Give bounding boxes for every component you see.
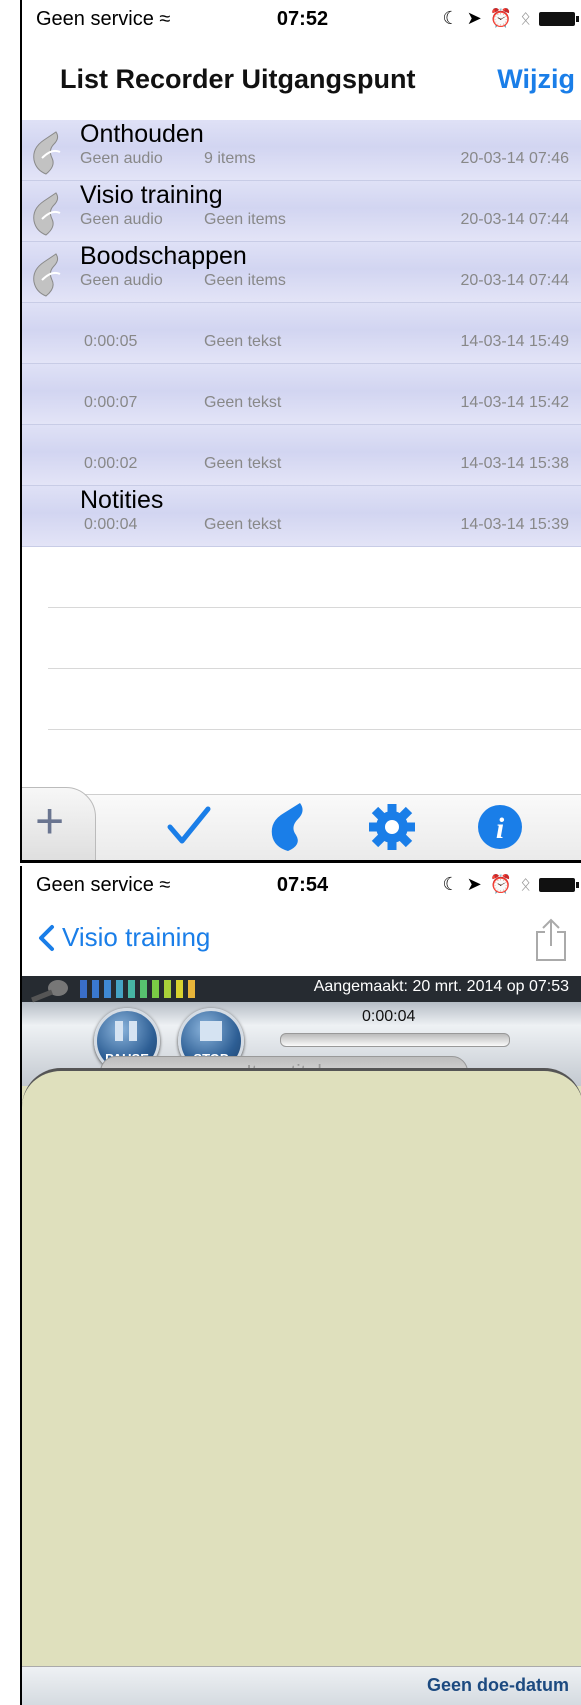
folder-row[interactable]: Visio training Geen audio Geen items 20-… — [22, 181, 581, 242]
back-button[interactable]: Visio training — [36, 922, 210, 953]
item-list: Onthouden Geen audio 9 items 20-03-14 07… — [22, 120, 581, 730]
bottom-toolbar: + i — [22, 787, 581, 860]
folder-icon — [33, 131, 61, 175]
svg-text:i: i — [496, 812, 505, 845]
level-meter-bar — [92, 980, 99, 998]
chevron-left-icon — [39, 924, 54, 951]
level-meter-bar — [128, 980, 135, 998]
microphone-icon — [31, 980, 68, 1003]
recording-title: Notities — [80, 486, 164, 514]
empty-row — [48, 547, 581, 608]
item-count: 9 items — [204, 150, 256, 167]
gear-icon[interactable] — [366, 801, 418, 853]
status-bar: Geen service ≈ 07:52 ☾ ➤ ⏰ ᛟ — [22, 0, 581, 40]
location-icon: ➤ — [466, 874, 482, 894]
footer-bar: Geen doe-datum — [22, 1666, 581, 1705]
text-status: Geen tekst — [204, 516, 282, 533]
level-meter-bar — [116, 980, 123, 998]
empty-row — [48, 669, 581, 730]
folder-title: Boodschappen — [80, 242, 247, 270]
nav-bar: List Recorder Uitgangspunt Wijzig — [22, 40, 581, 120]
level-meter-bar — [80, 980, 87, 998]
folder-row[interactable]: Boodschappen Geen audio Geen items 20-03… — [22, 242, 581, 303]
level-meter — [80, 980, 195, 998]
recording-row[interactable]: 0:00:02 Geen tekst 14-03-14 15:38 — [22, 425, 581, 486]
playback-slider[interactable] — [280, 1033, 510, 1047]
page-title: List Recorder Uitgangspunt — [60, 64, 416, 94]
pause-icon — [115, 1021, 137, 1041]
due-date-button[interactable]: Geen doe-datum — [427, 1675, 569, 1696]
timestamp: 14-03-14 15:42 — [460, 394, 569, 411]
recording-row[interactable]: 0:00:05 Geen tekst 14-03-14 15:49 — [22, 303, 581, 364]
level-meter-bar — [104, 980, 111, 998]
audio-status: Geen audio — [80, 211, 163, 228]
duration: 0:00:02 — [84, 455, 138, 472]
add-icon: + — [35, 793, 65, 849]
folder-row[interactable]: Onthouden Geen audio 9 items 20-03-14 07… — [22, 120, 581, 181]
list-screen: Geen service ≈ 07:52 ☾ ➤ ⏰ ᛟ List Record… — [20, 0, 581, 863]
moon-icon: ☾ — [442, 874, 459, 894]
edit-button[interactable]: Wijzig — [497, 64, 575, 95]
alarm-icon: ⏰ — [489, 8, 513, 28]
nav-bar: Visio training — [22, 906, 581, 976]
note-text-area[interactable] — [22, 1068, 581, 1666]
recorder-screen: Geen service ≈ 07:54 ☾ ➤ ⏰ ᛟ Visio train… — [20, 866, 581, 1705]
duration: 0:00:05 — [84, 333, 138, 350]
level-meter-bar — [140, 980, 147, 998]
item-count: Geen items — [204, 272, 286, 289]
status-icons: ☾ ➤ ⏰ ᛟ — [442, 874, 579, 895]
duration: 0:00:07 — [84, 394, 138, 411]
timestamp: 20-03-14 07:46 — [460, 150, 569, 167]
folder-icon — [33, 253, 61, 297]
status-bar: Geen service ≈ 07:54 ☾ ➤ ⏰ ᛟ — [22, 866, 581, 906]
folder-icon[interactable] — [266, 801, 316, 853]
alarm-icon: ⏰ — [489, 874, 513, 894]
text-status: Geen tekst — [204, 394, 282, 411]
created-date: Aangemaakt: 20 mrt. 2014 op 07:53 — [313, 978, 569, 995]
status-icons: ☾ ➤ ⏰ ᛟ — [442, 8, 579, 29]
timestamp: 20-03-14 07:44 — [460, 211, 569, 228]
folder-title: Visio training — [80, 181, 223, 209]
folder-title: Onthouden — [80, 120, 204, 148]
text-status: Geen tekst — [204, 333, 282, 350]
info-icon[interactable]: i — [474, 801, 526, 853]
timestamp: 14-03-14 15:38 — [460, 455, 569, 472]
add-button[interactable]: + — [22, 787, 96, 860]
duration: 0:00:04 — [84, 516, 138, 533]
recording-row[interactable]: 0:00:07 Geen tekst 14-03-14 15:42 — [22, 364, 581, 425]
folder-icon — [33, 192, 61, 236]
recording-row[interactable]: Notities 0:00:04 Geen tekst 14-03-14 15:… — [22, 486, 581, 547]
item-count: Geen items — [204, 211, 286, 228]
share-icon[interactable] — [533, 918, 569, 962]
recording-timer: 0:00:04 — [362, 1008, 416, 1025]
timestamp: 20-03-14 07:44 — [460, 272, 569, 289]
moon-icon: ☾ — [442, 8, 459, 28]
location-icon: ➤ — [466, 8, 482, 28]
audio-status: Geen audio — [80, 150, 163, 167]
level-meter-bar — [188, 980, 195, 998]
timestamp: 14-03-14 15:49 — [460, 333, 569, 350]
bluetooth-icon: ᛟ — [520, 8, 531, 28]
battery-icon — [539, 11, 579, 26]
text-status: Geen tekst — [204, 455, 282, 472]
empty-row — [48, 608, 581, 669]
level-meter-bar — [152, 980, 159, 998]
stop-icon — [200, 1021, 222, 1041]
audio-status: Geen audio — [80, 272, 163, 289]
battery-icon — [539, 877, 579, 892]
checkmark-icon[interactable] — [164, 801, 214, 851]
level-meter-bar — [164, 980, 171, 998]
bluetooth-icon: ᛟ — [520, 874, 531, 894]
back-label: Visio training — [62, 922, 211, 952]
level-meter-bar — [176, 980, 183, 998]
timestamp: 14-03-14 15:39 — [460, 516, 569, 533]
